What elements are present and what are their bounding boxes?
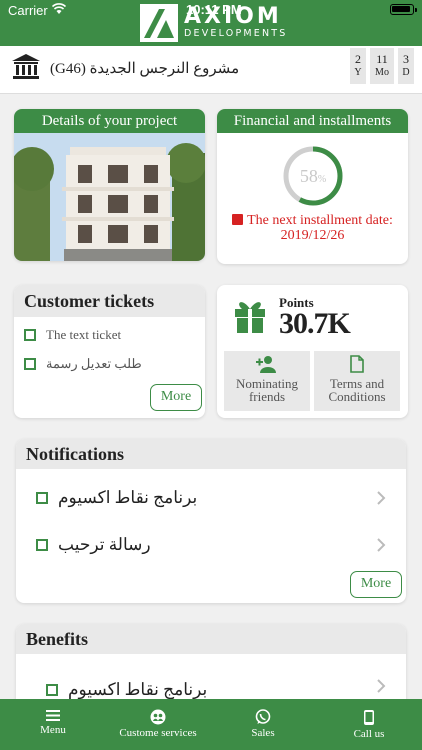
progress-value: 58 [299,166,318,186]
document-icon [350,355,364,373]
chevron-right-icon [377,538,386,552]
brand-logo: AXIOM DEVELOPMENTS [140,4,288,42]
points-value: 30.7K [279,307,351,340]
nav-menu[interactable]: Menu [18,699,88,750]
phone-icon [364,710,374,725]
nominating-friends-tile[interactable]: Nominating friends [224,351,310,411]
bank-icon [12,54,40,79]
duration-value: 11 [376,52,388,66]
tile-label: Nominating friends [235,376,299,404]
project-details-card[interactable]: Details of your project [14,109,205,261]
logo-mark-icon [140,4,178,42]
project-bar[interactable]: (G46) مشروع النرجس الجديدة 2 Y 11 Mo 3 D [0,46,422,94]
duration-days: 3 D [398,48,414,84]
whatsapp-icon [255,709,271,724]
notification-label: رسالة ترحيب [58,535,151,554]
menu-icon [46,710,60,721]
calendar-icon [232,214,244,225]
tickets-more-button[interactable]: More [150,384,202,411]
ticket-item[interactable]: طلب تعديل رسمة [24,356,142,372]
notifications-more-button[interactable]: More [350,571,402,598]
ticket-label: The text ticket [46,327,122,342]
carrier-label: Carrier [8,3,48,18]
duration-years: 2 Y [350,48,366,84]
project-name: (G46) مشروع النرجس الجديدة [50,61,240,77]
duration-unit: D [402,67,410,78]
card-title: Details of your project [14,109,205,133]
battery-icon [390,4,417,15]
progress-unit: % [317,174,327,185]
checkbox-icon [24,329,36,341]
terms-conditions-tile[interactable]: Terms and Conditions [314,351,400,411]
card-title: Financial and installments [217,109,408,133]
nav-call-us[interactable]: Call us [334,699,404,750]
next-installment: The next installment date: 2019/12/26 [217,213,408,243]
duration-unit: Mo [375,67,389,78]
tile-label: Terms and Conditions [328,376,386,404]
support-icon [150,709,166,725]
gift-icon [235,302,265,333]
brand-name: AXIOM [184,4,282,29]
nav-label: Custome services [119,727,197,739]
chevron-right-icon [377,491,386,505]
chevron-right-icon [377,679,386,693]
points-card: Points 30.7K Nominating friends Terms an… [217,285,408,418]
next-installment-date: 2019/12/26 [280,228,345,243]
installment-progress-ring: 58% [281,144,345,208]
duration-months: 11 Mo [370,48,394,84]
nav-label: Sales [251,727,275,739]
benefit-label: برنامج نقاط اكسيوم [68,680,208,699]
app-header: Carrier 10:11 PM AXIOM DEVELOPMENTS [0,0,422,46]
checkbox-icon [24,358,36,370]
bottom-nav: Menu Custome services Sales Call us [0,699,422,750]
nav-label: Call us [353,728,385,740]
checkbox-icon [36,492,48,504]
project-photo [14,133,205,261]
brand-sub: DEVELOPMENTS [184,28,288,39]
add-person-icon [256,356,276,373]
financial-card[interactable]: Financial and installments 58% The next … [217,109,408,264]
notifications-card: Notifications برنامج نقاط اكسيوم رسالة ت… [16,439,406,603]
customer-tickets-card: Customer tickets The text ticket طلب تعد… [14,285,205,418]
nav-customer-services[interactable]: Custome services [112,699,204,750]
card-title: Customer tickets [14,285,205,317]
notification-item[interactable]: برنامج نقاط اكسيوم [36,483,392,513]
duration-value: 3 [403,52,409,66]
ticket-label: طلب تعديل رسمة [46,356,142,371]
nav-sales[interactable]: Sales [228,699,298,750]
duration-unit: Y [354,67,362,78]
ticket-item[interactable]: The text ticket [24,327,121,343]
notification-label: برنامج نقاط اكسيوم [58,488,198,507]
card-title: Benefits [16,624,406,654]
checkbox-icon [46,684,58,696]
next-installment-label: The next installment date: [247,213,393,228]
checkbox-icon [36,539,48,551]
nav-label: Menu [40,724,66,736]
duration-value: 2 [355,52,361,66]
notification-item[interactable]: رسالة ترحيب [36,530,392,560]
wifi-icon [52,3,66,14]
card-title: Notifications [16,439,406,469]
